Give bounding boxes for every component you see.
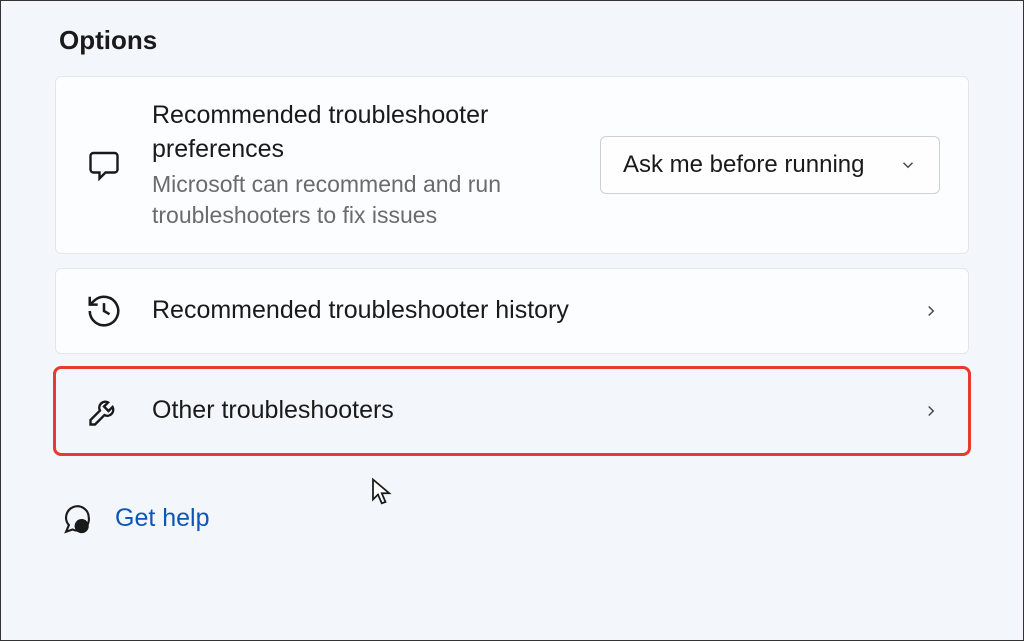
troubleshooter-preferences-card: Recommended troubleshooter preferences M…: [55, 76, 969, 254]
chevron-right-icon: [922, 302, 940, 320]
history-icon: [84, 291, 124, 331]
card-title: Recommended troubleshooter history: [152, 294, 894, 328]
dropdown-value: Ask me before running: [623, 151, 864, 179]
options-section: Options Recommended troubleshooter prefe…: [1, 1, 1023, 536]
svg-text:?: ?: [79, 522, 85, 533]
card-title: Recommended troubleshooter preferences: [152, 99, 572, 167]
card-title: Other troubleshooters: [152, 394, 894, 428]
card-description: Microsoft can recommend and run troubles…: [152, 169, 572, 231]
card-body: Recommended troubleshooter history: [152, 294, 894, 328]
speech-bubble-icon: [84, 145, 124, 185]
section-title: Options: [59, 25, 969, 56]
get-help-link[interactable]: Get help: [115, 504, 210, 533]
help-icon: ?: [59, 502, 93, 536]
chevron-down-icon: [899, 156, 917, 174]
card-body: Other troubleshooters: [152, 394, 894, 428]
wrench-icon: [84, 391, 124, 431]
other-troubleshooters-card[interactable]: Other troubleshooters: [55, 368, 969, 454]
troubleshooter-history-card[interactable]: Recommended troubleshooter history: [55, 268, 969, 354]
card-chevron: [922, 302, 940, 320]
chevron-right-icon: [922, 402, 940, 420]
preferences-dropdown[interactable]: Ask me before running: [600, 136, 940, 194]
get-help-row[interactable]: ? Get help: [59, 502, 969, 536]
card-controls: Ask me before running: [600, 136, 940, 194]
card-body: Recommended troubleshooter preferences M…: [152, 99, 572, 231]
card-chevron: [922, 402, 940, 420]
